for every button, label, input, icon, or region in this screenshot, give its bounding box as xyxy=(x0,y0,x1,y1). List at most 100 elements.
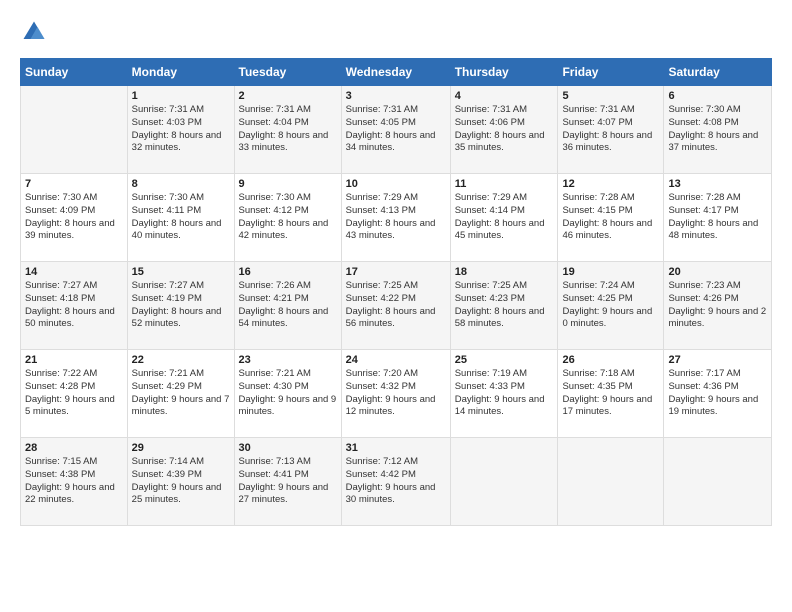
day-info: Sunrise: 7:24 AM Sunset: 4:25 PM Dayligh… xyxy=(562,280,659,331)
day-info: Sunrise: 7:19 AM Sunset: 4:33 PM Dayligh… xyxy=(455,368,554,419)
day-number: 20 xyxy=(668,266,767,278)
calendar-cell: 10Sunrise: 7:29 AM Sunset: 4:13 PM Dayli… xyxy=(341,174,450,262)
calendar-cell: 30 Sunrise: 7:13 AM Sunset: 4:41 PM Dayli… xyxy=(234,438,341,526)
calendar-cell: 12 Sunrise: 7:28 AM Sunset: 4:15 PM Dayli… xyxy=(558,174,664,262)
calendar-cell: 9 Sunrise: 7:30 AM Sunset: 4:12 PM Daylig… xyxy=(234,174,341,262)
calendar-cell: 24 Sunrise: 7:20 AM Sunset: 4:32 PM Dayli… xyxy=(341,350,450,438)
calendar-cell xyxy=(450,438,558,526)
day-number: 25 xyxy=(455,354,554,366)
day-info: Sunrise: 7:31 AM Sunset: 4:03 PM Dayligh… xyxy=(132,104,230,155)
day-number: 28 xyxy=(25,442,123,454)
calendar-cell: 2 Sunrise: 7:31 AM Sunset: 4:04 PM Daylig… xyxy=(234,86,341,174)
day-info: Sunrise: 7:27 AM Sunset: 4:19 PM Dayligh… xyxy=(132,280,230,331)
day-info: Sunrise: 7:25 AM Sunset: 4:23 PM Dayligh… xyxy=(455,280,554,331)
calendar-cell: 31 Sunrise: 7:12 AM Sunset: 4:42 PM Dayli… xyxy=(341,438,450,526)
day-number: 4 xyxy=(455,90,554,102)
weekday-header-saturday: Saturday xyxy=(664,59,772,86)
weekday-header-row: SundayMondayTuesdayWednesdayThursdayFrid… xyxy=(21,59,772,86)
day-info: Sunrise: 7:25 AM Sunset: 4:22 PM Dayligh… xyxy=(346,280,446,331)
day-info: Sunrise: 7:31 AM Sunset: 4:05 PM Dayligh… xyxy=(346,104,446,155)
calendar-cell: 8 Sunrise: 7:30 AM Sunset: 4:11 PM Daylig… xyxy=(127,174,234,262)
calendar-week-row: 7Sunrise: 7:30 AM Sunset: 4:09 PM Daylig… xyxy=(21,174,772,262)
calendar-cell: 16 Sunrise: 7:26 AM Sunset: 4:21 PM Dayli… xyxy=(234,262,341,350)
calendar-cell: 13Sunrise: 7:28 AM Sunset: 4:17 PM Dayli… xyxy=(664,174,772,262)
day-info: Sunrise: 7:31 AM Sunset: 4:04 PM Dayligh… xyxy=(239,104,337,155)
day-number: 2 xyxy=(239,90,337,102)
weekday-header-monday: Monday xyxy=(127,59,234,86)
calendar-cell: 26 Sunrise: 7:18 AM Sunset: 4:35 PM Dayli… xyxy=(558,350,664,438)
calendar-week-row: 1Sunrise: 7:31 AM Sunset: 4:03 PM Daylig… xyxy=(21,86,772,174)
logo xyxy=(20,18,52,46)
weekday-header-tuesday: Tuesday xyxy=(234,59,341,86)
day-number: 24 xyxy=(346,354,446,366)
calendar-cell xyxy=(21,86,128,174)
day-number: 13 xyxy=(668,178,767,190)
day-info: Sunrise: 7:26 AM Sunset: 4:21 PM Dayligh… xyxy=(239,280,337,331)
day-info: Sunrise: 7:30 AM Sunset: 4:11 PM Dayligh… xyxy=(132,192,230,243)
calendar-cell xyxy=(558,438,664,526)
day-info: Sunrise: 7:30 AM Sunset: 4:12 PM Dayligh… xyxy=(239,192,337,243)
day-info: Sunrise: 7:29 AM Sunset: 4:14 PM Dayligh… xyxy=(455,192,554,243)
calendar-week-row: 21 Sunrise: 7:22 AM Sunset: 4:28 PM Dayli… xyxy=(21,350,772,438)
day-number: 31 xyxy=(346,442,446,454)
calendar-cell: 20 Sunrise: 7:23 AM Sunset: 4:26 PM Dayli… xyxy=(664,262,772,350)
calendar-cell: 28Sunrise: 7:15 AM Sunset: 4:38 PM Dayli… xyxy=(21,438,128,526)
day-info: Sunrise: 7:13 AM Sunset: 4:41 PM Dayligh… xyxy=(239,456,337,507)
day-number: 26 xyxy=(562,354,659,366)
calendar-cell: 27Sunrise: 7:17 AM Sunset: 4:36 PM Dayli… xyxy=(664,350,772,438)
day-number: 7 xyxy=(25,178,123,190)
day-number: 21 xyxy=(25,354,123,366)
calendar-cell: 7Sunrise: 7:30 AM Sunset: 4:09 PM Daylig… xyxy=(21,174,128,262)
day-number: 30 xyxy=(239,442,337,454)
day-number: 8 xyxy=(132,178,230,190)
calendar-week-row: 14Sunrise: 7:27 AM Sunset: 4:18 PM Dayli… xyxy=(21,262,772,350)
day-info: Sunrise: 7:21 AM Sunset: 4:30 PM Dayligh… xyxy=(239,368,337,419)
day-number: 6 xyxy=(668,90,767,102)
day-number: 3 xyxy=(346,90,446,102)
weekday-header-thursday: Thursday xyxy=(450,59,558,86)
day-info: Sunrise: 7:12 AM Sunset: 4:42 PM Dayligh… xyxy=(346,456,446,507)
calendar-cell: 19 Sunrise: 7:24 AM Sunset: 4:25 PM Dayli… xyxy=(558,262,664,350)
page: SundayMondayTuesdayWednesdayThursdayFrid… xyxy=(0,0,792,536)
day-number: 5 xyxy=(562,90,659,102)
day-number: 14 xyxy=(25,266,123,278)
calendar-cell: 4 Sunrise: 7:31 AM Sunset: 4:06 PM Daylig… xyxy=(450,86,558,174)
day-info: Sunrise: 7:23 AM Sunset: 4:26 PM Dayligh… xyxy=(668,280,767,331)
day-number: 16 xyxy=(239,266,337,278)
day-info: Sunrise: 7:21 AM Sunset: 4:29 PM Dayligh… xyxy=(132,368,230,419)
day-info: Sunrise: 7:30 AM Sunset: 4:08 PM Dayligh… xyxy=(668,104,767,155)
day-info: Sunrise: 7:18 AM Sunset: 4:35 PM Dayligh… xyxy=(562,368,659,419)
calendar-cell: 23 Sunrise: 7:21 AM Sunset: 4:30 PM Dayli… xyxy=(234,350,341,438)
calendar-cell: 25 Sunrise: 7:19 AM Sunset: 4:33 PM Dayli… xyxy=(450,350,558,438)
calendar-cell: 22Sunrise: 7:21 AM Sunset: 4:29 PM Dayli… xyxy=(127,350,234,438)
day-number: 12 xyxy=(562,178,659,190)
day-number: 18 xyxy=(455,266,554,278)
calendar-cell: 6 Sunrise: 7:30 AM Sunset: 4:08 PM Daylig… xyxy=(664,86,772,174)
day-info: Sunrise: 7:14 AM Sunset: 4:39 PM Dayligh… xyxy=(132,456,230,507)
header xyxy=(20,18,772,46)
day-info: Sunrise: 7:28 AM Sunset: 4:15 PM Dayligh… xyxy=(562,192,659,243)
day-number: 19 xyxy=(562,266,659,278)
calendar-table: SundayMondayTuesdayWednesdayThursdayFrid… xyxy=(20,58,772,526)
weekday-header-sunday: Sunday xyxy=(21,59,128,86)
calendar-cell: 29 Sunrise: 7:14 AM Sunset: 4:39 PM Dayli… xyxy=(127,438,234,526)
day-info: Sunrise: 7:17 AM Sunset: 4:36 PM Dayligh… xyxy=(668,368,767,419)
day-info: Sunrise: 7:20 AM Sunset: 4:32 PM Dayligh… xyxy=(346,368,446,419)
weekday-header-wednesday: Wednesday xyxy=(341,59,450,86)
day-number: 11 xyxy=(455,178,554,190)
day-info: Sunrise: 7:22 AM Sunset: 4:28 PM Dayligh… xyxy=(25,368,123,419)
day-info: Sunrise: 7:31 AM Sunset: 4:07 PM Dayligh… xyxy=(562,104,659,155)
calendar-cell: 14Sunrise: 7:27 AM Sunset: 4:18 PM Dayli… xyxy=(21,262,128,350)
calendar-cell: 3 Sunrise: 7:31 AM Sunset: 4:05 PM Daylig… xyxy=(341,86,450,174)
day-number: 9 xyxy=(239,178,337,190)
calendar-cell: 15Sunrise: 7:27 AM Sunset: 4:19 PM Dayli… xyxy=(127,262,234,350)
day-info: Sunrise: 7:31 AM Sunset: 4:06 PM Dayligh… xyxy=(455,104,554,155)
calendar-cell: 17Sunrise: 7:25 AM Sunset: 4:22 PM Dayli… xyxy=(341,262,450,350)
calendar-cell: 1Sunrise: 7:31 AM Sunset: 4:03 PM Daylig… xyxy=(127,86,234,174)
day-number: 29 xyxy=(132,442,230,454)
calendar-cell: 11 Sunrise: 7:29 AM Sunset: 4:14 PM Dayli… xyxy=(450,174,558,262)
calendar-cell xyxy=(664,438,772,526)
calendar-cell: 18 Sunrise: 7:25 AM Sunset: 4:23 PM Dayli… xyxy=(450,262,558,350)
day-info: Sunrise: 7:29 AM Sunset: 4:13 PM Dayligh… xyxy=(346,192,446,243)
day-number: 23 xyxy=(239,354,337,366)
